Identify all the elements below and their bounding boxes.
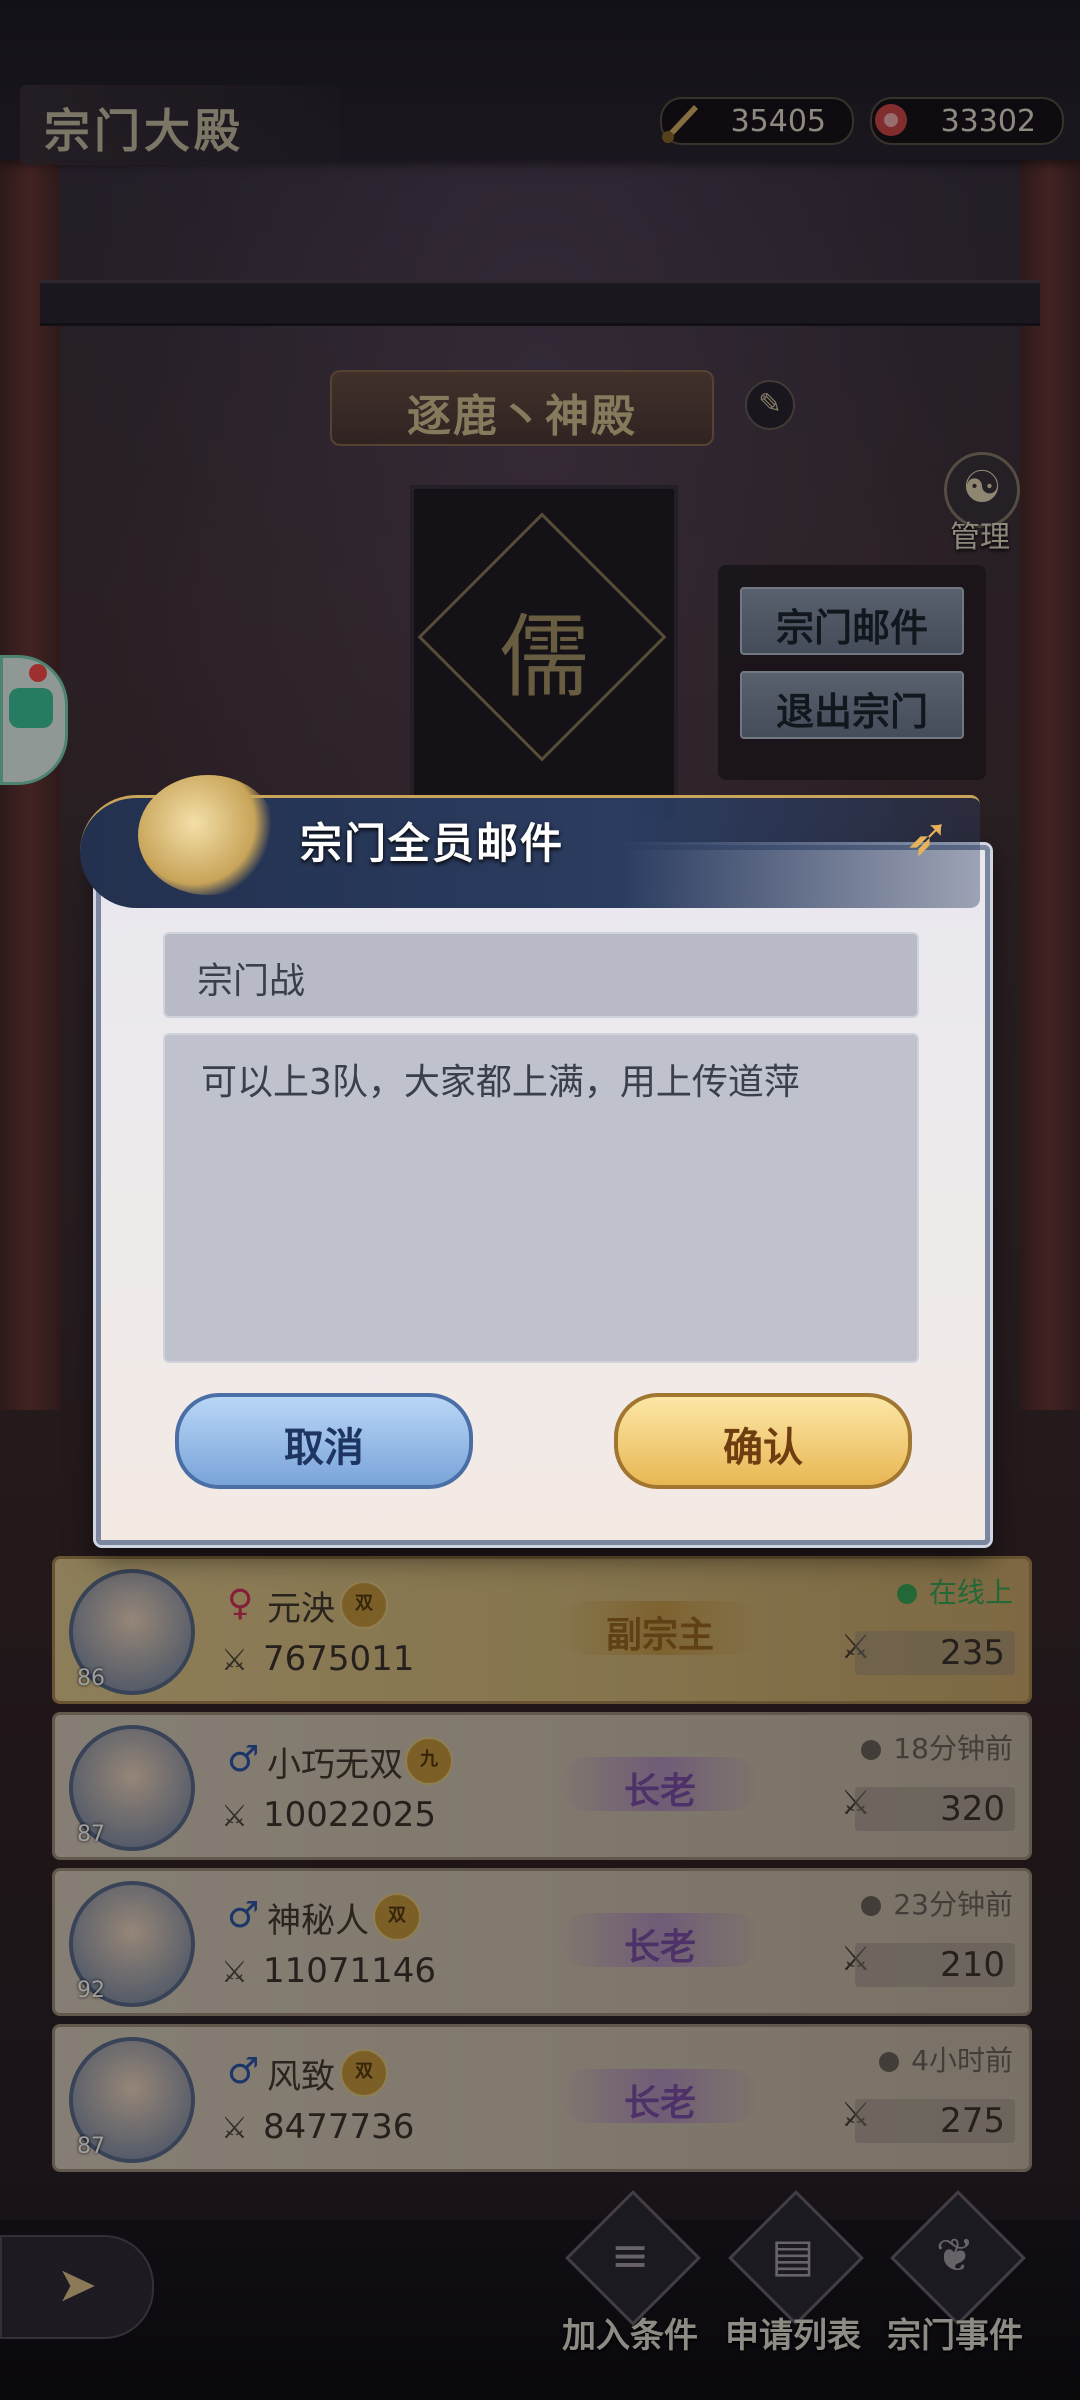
mail-body-text: 可以上3队，大家都上满，用上传道萍 (201, 1062, 800, 1103)
moon-decoration-icon (138, 775, 278, 895)
mail-body-input[interactable]: 可以上3队，大家都上满，用上传道萍 (163, 1033, 919, 1363)
cancel-button[interactable]: 取消 (175, 1393, 473, 1489)
mail-subject-input[interactable]: 宗门战 (163, 932, 919, 1018)
swallow-icon: ➶ (905, 805, 951, 868)
dialog-title: 宗门全员邮件 (300, 819, 565, 868)
confirm-button[interactable]: 确认 (614, 1393, 912, 1489)
mail-subject-text: 宗门战 (197, 961, 306, 1002)
